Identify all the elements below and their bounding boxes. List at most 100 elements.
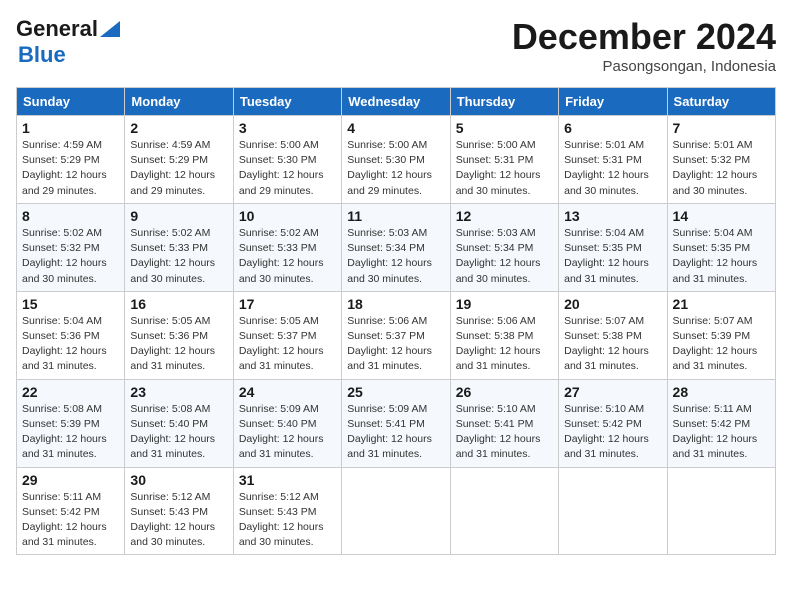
day-number: 12 (456, 208, 553, 224)
calendar-day-cell: 1Sunrise: 4:59 AM Sunset: 5:29 PM Daylig… (17, 116, 125, 204)
calendar-day-cell: 26Sunrise: 5:10 AM Sunset: 5:41 PM Dayli… (450, 379, 558, 467)
day-number: 11 (347, 208, 444, 224)
day-number: 30 (130, 472, 227, 488)
day-info: Sunrise: 5:07 AM Sunset: 5:38 PM Dayligh… (564, 314, 661, 375)
calendar-day-cell: 13 Sunrise: 5:04 AM Sunset: 5:35 PM Dayli… (559, 203, 667, 291)
calendar-day-cell: 19Sunrise: 5:06 AM Sunset: 5:38 PM Dayli… (450, 291, 558, 379)
logo-blue: Blue (18, 42, 66, 68)
day-number: 16 (130, 296, 227, 312)
day-info: Sunrise: 5:08 AM Sunset: 5:40 PM Dayligh… (130, 402, 227, 463)
day-number: 19 (456, 296, 553, 312)
day-info: Sunrise: 5:01 AM Sunset: 5:31 PM Dayligh… (564, 138, 661, 199)
calendar-day-cell: 3Sunrise: 5:00 AM Sunset: 5:30 PM Daylig… (233, 116, 341, 204)
logo: General Blue (16, 16, 120, 68)
calendar-day-cell: 12 Sunrise: 5:03 AM Sunset: 5:34 PM Dayli… (450, 203, 558, 291)
calendar-day-cell: 18 Sunrise: 5:06 AM Sunset: 5:37 PM Dayli… (342, 291, 450, 379)
day-number: 14 (673, 208, 770, 224)
calendar-day-cell: 16 Sunrise: 5:05 AM Sunset: 5:36 PM Dayli… (125, 291, 233, 379)
day-number: 1 (22, 120, 119, 136)
calendar-day-cell: 17Sunrise: 5:05 AM Sunset: 5:37 PM Dayli… (233, 291, 341, 379)
day-number: 22 (22, 384, 119, 400)
calendar-week-row: 1 Sunrise: 4:59 AM Sunset: 5:29 PM Daylig… (17, 116, 776, 204)
calendar-day-cell (342, 467, 450, 555)
calendar-day-cell (667, 467, 775, 555)
calendar-day-cell: 8 Sunrise: 5:02 AM Sunset: 5:32 PM Daylig… (17, 203, 125, 291)
calendar-day-cell: 5Sunrise: 5:00 AM Sunset: 5:31 PM Daylig… (450, 116, 558, 204)
calendar-day-cell: 21 Sunrise: 5:07 AM Sunset: 5:39 PM Dayli… (667, 291, 775, 379)
day-number: 31 (239, 472, 336, 488)
weekday-header-thursday: Thursday (450, 88, 558, 116)
day-number: 26 (456, 384, 553, 400)
calendar-day-cell: 29Sunrise: 5:11 AM Sunset: 5:42 PM Dayli… (17, 467, 125, 555)
day-number: 6 (564, 120, 661, 136)
day-info: Sunrise: 5:12 AM Sunset: 5:43 PM Dayligh… (239, 490, 336, 551)
calendar-day-cell: 31 Sunrise: 5:12 AM Sunset: 5:43 PM Dayli… (233, 467, 341, 555)
calendar-day-cell: 2 Sunrise: 4:59 AM Sunset: 5:29 PM Daylig… (125, 116, 233, 204)
title-block: December 2024 Pasongsongan, Indonesia (512, 16, 776, 75)
calendar-day-cell: 11 Sunrise: 5:03 AM Sunset: 5:34 PM Dayli… (342, 203, 450, 291)
weekday-header-monday: Monday (125, 88, 233, 116)
day-info: Sunrise: 5:08 AM Sunset: 5:39 PM Dayligh… (22, 402, 119, 463)
calendar-day-cell: 6 Sunrise: 5:01 AM Sunset: 5:31 PM Daylig… (559, 116, 667, 204)
day-info: Sunrise: 5:10 AM Sunset: 5:42 PM Dayligh… (564, 402, 661, 463)
day-info: Sunrise: 5:01 AM Sunset: 5:32 PM Dayligh… (673, 138, 770, 199)
day-number: 18 (347, 296, 444, 312)
calendar-day-cell: 7 Sunrise: 5:01 AM Sunset: 5:32 PM Daylig… (667, 116, 775, 204)
day-info: Sunrise: 5:03 AM Sunset: 5:34 PM Dayligh… (347, 226, 444, 287)
day-info: Sunrise: 5:00 AM Sunset: 5:31 PM Dayligh… (456, 138, 553, 199)
day-info: Sunrise: 5:04 AM Sunset: 5:35 PM Dayligh… (564, 226, 661, 287)
weekday-header-sunday: Sunday (17, 88, 125, 116)
day-number: 7 (673, 120, 770, 136)
day-number: 8 (22, 208, 119, 224)
calendar-body: 1 Sunrise: 4:59 AM Sunset: 5:29 PM Daylig… (17, 116, 776, 555)
day-info: Sunrise: 5:02 AM Sunset: 5:32 PM Dayligh… (22, 226, 119, 287)
day-info: Sunrise: 5:04 AM Sunset: 5:35 PM Dayligh… (673, 226, 770, 287)
calendar-day-cell: 4Sunrise: 5:00 AM Sunset: 5:30 PM Daylig… (342, 116, 450, 204)
calendar-table: SundayMondayTuesdayWednesdayThursdayFrid… (16, 87, 776, 555)
day-info: Sunrise: 5:02 AM Sunset: 5:33 PM Dayligh… (239, 226, 336, 287)
weekday-header-friday: Friday (559, 88, 667, 116)
day-info: Sunrise: 4:59 AM Sunset: 5:29 PM Dayligh… (130, 138, 227, 199)
calendar-day-cell: 9Sunrise: 5:02 AM Sunset: 5:33 PM Daylig… (125, 203, 233, 291)
calendar-day-cell: 28Sunrise: 5:11 AM Sunset: 5:42 PM Dayli… (667, 379, 775, 467)
day-number: 21 (673, 296, 770, 312)
logo-icon (100, 21, 120, 37)
day-number: 9 (130, 208, 227, 224)
day-info: Sunrise: 5:04 AM Sunset: 5:36 PM Dayligh… (22, 314, 119, 375)
day-number: 15 (22, 296, 119, 312)
page-header: General Blue December 2024 Pasongsongan,… (16, 16, 776, 75)
calendar-day-cell: 25Sunrise: 5:09 AM Sunset: 5:41 PM Dayli… (342, 379, 450, 467)
calendar-day-cell: 15 Sunrise: 5:04 AM Sunset: 5:36 PM Dayli… (17, 291, 125, 379)
calendar-day-cell: 27 Sunrise: 5:10 AM Sunset: 5:42 PM Dayli… (559, 379, 667, 467)
day-number: 2 (130, 120, 227, 136)
calendar-day-cell: 23 Sunrise: 5:08 AM Sunset: 5:40 PM Dayli… (125, 379, 233, 467)
logo-text: General (16, 16, 98, 42)
calendar-week-row: 29Sunrise: 5:11 AM Sunset: 5:42 PM Dayli… (17, 467, 776, 555)
calendar-day-cell: 10Sunrise: 5:02 AM Sunset: 5:33 PM Dayli… (233, 203, 341, 291)
day-number: 24 (239, 384, 336, 400)
day-number: 23 (130, 384, 227, 400)
day-info: Sunrise: 5:05 AM Sunset: 5:36 PM Dayligh… (130, 314, 227, 375)
day-number: 20 (564, 296, 661, 312)
day-number: 28 (673, 384, 770, 400)
calendar-day-cell: 24 Sunrise: 5:09 AM Sunset: 5:40 PM Dayli… (233, 379, 341, 467)
weekday-header-wednesday: Wednesday (342, 88, 450, 116)
day-info: Sunrise: 5:00 AM Sunset: 5:30 PM Dayligh… (239, 138, 336, 199)
weekday-header-saturday: Saturday (667, 88, 775, 116)
day-info: Sunrise: 5:06 AM Sunset: 5:37 PM Dayligh… (347, 314, 444, 375)
day-number: 4 (347, 120, 444, 136)
day-number: 27 (564, 384, 661, 400)
day-info: Sunrise: 5:03 AM Sunset: 5:34 PM Dayligh… (456, 226, 553, 287)
day-info: Sunrise: 5:09 AM Sunset: 5:40 PM Dayligh… (239, 402, 336, 463)
day-info: Sunrise: 5:07 AM Sunset: 5:39 PM Dayligh… (673, 314, 770, 375)
day-number: 13 (564, 208, 661, 224)
day-info: Sunrise: 5:09 AM Sunset: 5:41 PM Dayligh… (347, 402, 444, 463)
logo-general: General (16, 16, 98, 41)
month-year-title: December 2024 (512, 16, 776, 58)
calendar-week-row: 22 Sunrise: 5:08 AM Sunset: 5:39 PM Dayli… (17, 379, 776, 467)
calendar-header-row: SundayMondayTuesdayWednesdayThursdayFrid… (17, 88, 776, 116)
location-text: Pasongsongan, Indonesia (512, 58, 776, 75)
calendar-week-row: 15 Sunrise: 5:04 AM Sunset: 5:36 PM Dayli… (17, 291, 776, 379)
day-number: 29 (22, 472, 119, 488)
calendar-day-cell (559, 467, 667, 555)
